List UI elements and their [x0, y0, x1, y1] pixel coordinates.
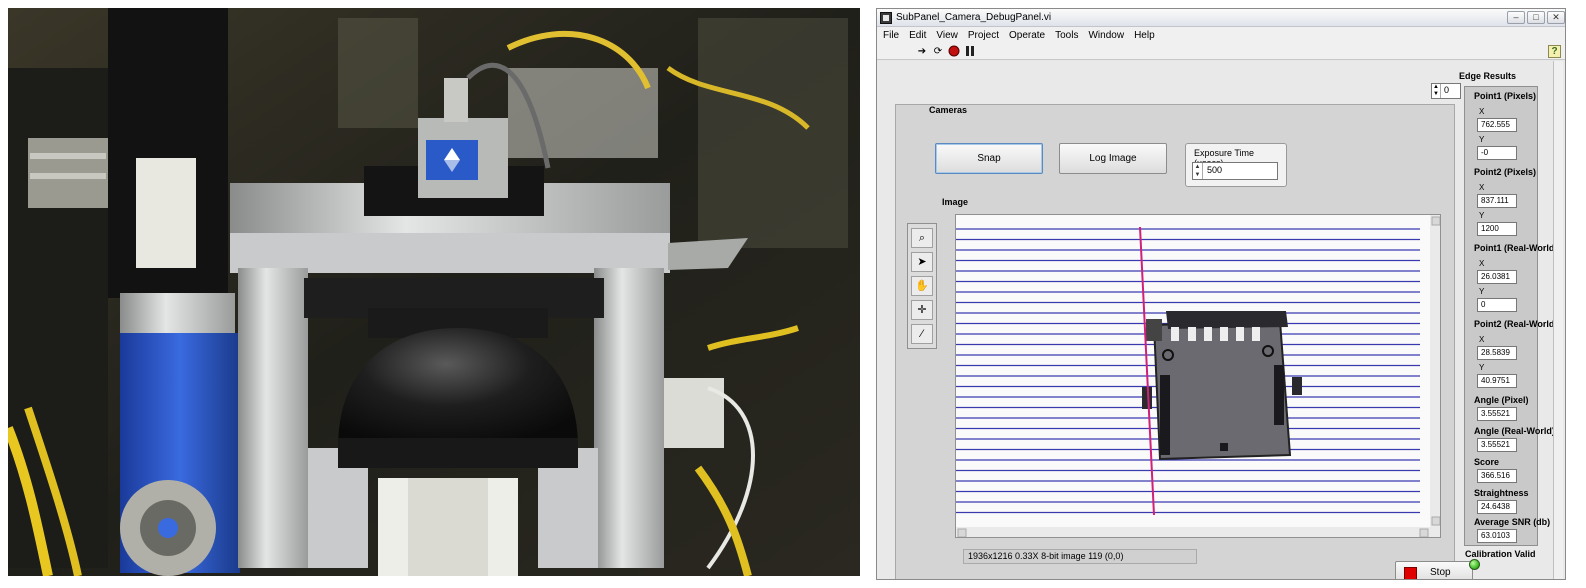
menu-tools[interactable]: Tools — [1050, 27, 1083, 44]
stop-button[interactable]: Stop — [1395, 561, 1473, 579]
pause-icon[interactable] — [963, 45, 977, 58]
window-title: SubPanel_Camera_DebugPanel.vi — [896, 12, 1052, 23]
point2-pixels-x-label: X — [1479, 183, 1485, 192]
angle-real-label: Angle (Real-World) — [1474, 426, 1555, 436]
maximize-button[interactable]: □ — [1527, 11, 1545, 24]
index-spinner-icon[interactable]: ▲ ▼ — [1432, 84, 1441, 98]
front-panel: ▲ ▼ 0 Cameras Snap Log Image Exposure Tim… — [877, 61, 1565, 579]
edge-results-title: Edge Results — [1459, 71, 1517, 81]
angle-real-value: 3.55521 — [1477, 438, 1517, 452]
point2-real-x: 28.5839 — [1477, 346, 1517, 360]
photo-illustration — [8, 8, 860, 576]
pointer-icon[interactable]: ➤ — [911, 252, 933, 272]
machine-vision-photo — [8, 8, 860, 576]
point1-pixels-y: -0 — [1477, 146, 1517, 160]
point2-real-label: Point2 (Real-World) — [1474, 319, 1558, 329]
close-button[interactable]: ✕ — [1547, 11, 1565, 24]
score-label: Score — [1474, 457, 1500, 467]
point1-pixels-y-label: Y — [1479, 135, 1485, 144]
exposure-spinner-icon[interactable]: ▲ ▼ — [1193, 163, 1203, 179]
menu-file[interactable]: File — [877, 27, 904, 44]
angle-pixel-label: Angle (Pixel) — [1474, 395, 1529, 405]
menu-view[interactable]: View — [931, 27, 963, 44]
exposure-time-input[interactable]: ▲ ▼ 500 — [1192, 162, 1278, 180]
log-image-button[interactable]: Log Image — [1059, 143, 1167, 174]
labview-window: SubPanel_Camera_DebugPanel.vi – □ ✕ File… — [876, 8, 1566, 580]
image-vertical-scrollbar[interactable] — [1430, 215, 1441, 527]
point1-real-x-label: X — [1479, 259, 1485, 268]
context-help-button[interactable]: ? — [1548, 45, 1561, 58]
exposure-time-control: Exposure Time (usecs) ▲▼ 500 — [1185, 143, 1287, 187]
minimize-button[interactable]: – — [1507, 11, 1525, 24]
run-arrow-icon[interactable]: ➔ — [915, 45, 929, 58]
point2-pixels-x: 837.111 — [1477, 194, 1517, 208]
menu-help[interactable]: Help — [1129, 27, 1160, 44]
zoom-icon[interactable]: ⌕ — [911, 228, 933, 248]
title-bar[interactable]: SubPanel_Camera_DebugPanel.vi – □ ✕ — [877, 9, 1565, 27]
toolbar: ➔ ⟳ ? — [877, 44, 1565, 60]
straightness-label: Straightness — [1474, 488, 1529, 498]
point1-pixels-label: Point1 (Pixels) — [1474, 91, 1537, 101]
menu-bar: File Edit View Project Operate Tools Window Hel… — [877, 27, 1565, 44]
point1-pixels-x-label: X — [1479, 107, 1485, 116]
line-icon[interactable]: ⁄ — [911, 324, 933, 344]
image-horizontal-scrollbar[interactable] — [956, 527, 1441, 538]
avg-snr-value: 63.0103 — [1477, 529, 1517, 543]
point1-real-y-label: Y — [1479, 287, 1485, 296]
stop-icon — [1404, 567, 1417, 579]
cameras-label: Cameras — [929, 105, 968, 115]
point1-real-y: 0 — [1477, 298, 1517, 312]
point1-real-x: 26.0381 — [1477, 270, 1517, 284]
menu-operate[interactable]: Operate — [1004, 27, 1050, 44]
straightness-value: 24.6438 — [1477, 500, 1517, 514]
pan-hand-icon[interactable]: ✋ — [911, 276, 933, 296]
point2-pixels-label: Point2 (Pixels) — [1474, 167, 1537, 177]
image-label: Image — [942, 197, 969, 207]
image-display-canvas — [956, 215, 1441, 538]
angle-pixel-value: 3.55521 — [1477, 407, 1517, 421]
score-value: 366.516 — [1477, 469, 1517, 483]
point2-real-x-label: X — [1479, 335, 1485, 344]
point2-pixels-y-label: Y — [1479, 211, 1485, 220]
labview-app-icon — [880, 12, 892, 24]
image-tools-palette: ⌕ ➤ ✋ ✛ ⁄ — [907, 223, 937, 349]
inspected-part — [1142, 311, 1302, 461]
point2-real-y: 40.9751 — [1477, 374, 1517, 388]
run-continuously-icon[interactable]: ⟳ — [931, 45, 945, 58]
menu-edit[interactable]: Edit — [904, 27, 931, 44]
crosshair-icon[interactable]: ✛ — [911, 300, 933, 320]
point1-pixels-x: 762.555 — [1477, 118, 1517, 132]
abort-icon[interactable] — [947, 45, 961, 58]
image-info-bar: 1936x1216 0.33X 8-bit image 119 (0,0) — [963, 549, 1197, 564]
point2-real-y-label: Y — [1479, 363, 1485, 372]
image-display[interactable] — [955, 214, 1441, 538]
stop-label: Stop — [1430, 567, 1451, 578]
menu-window[interactable]: Window — [1083, 27, 1129, 44]
index-control[interactable]: ▲ ▼ 0 — [1431, 83, 1461, 99]
index-value: 0 — [1444, 85, 1450, 95]
point1-real-label: Point1 (Real-World) — [1474, 243, 1558, 253]
avg-snr-label: Average SNR (db) — [1474, 517, 1551, 527]
point2-pixels-y: 1200 — [1477, 222, 1517, 236]
calibration-valid-label: Calibration Valid — [1465, 549, 1536, 559]
calibration-valid-led — [1469, 559, 1480, 570]
menu-project[interactable]: Project — [963, 27, 1004, 44]
edge-results-panel: Point1 (Pixels) X 762.555 Y -0 Point2 (P… — [1464, 86, 1557, 546]
exposure-time-value: 500 — [1207, 165, 1223, 175]
panel-vertical-scrollbar[interactable] — [1553, 61, 1563, 579]
snap-button[interactable]: Snap — [935, 143, 1043, 174]
